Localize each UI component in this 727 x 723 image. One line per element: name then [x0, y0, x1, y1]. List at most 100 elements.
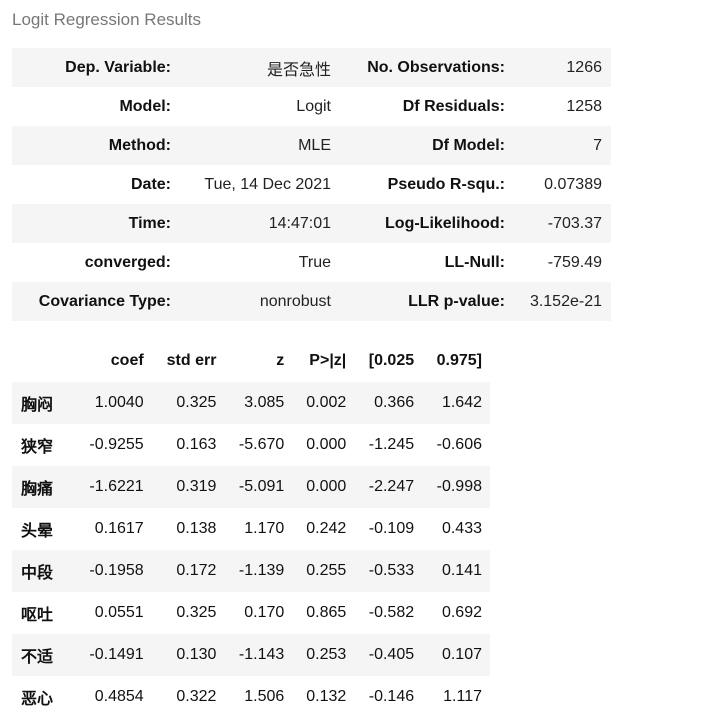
summary-value: nonrobust: [259, 292, 331, 310]
variable-name: 恶心: [21, 691, 54, 708]
table-cell: 0.172: [176, 562, 217, 579]
variable-name: 不适: [21, 649, 54, 666]
summary-label: Method:: [108, 136, 171, 154]
table-cell: 0.242: [306, 520, 347, 537]
summary-value: -759.49: [547, 253, 602, 271]
summary-label: Dep. Variable:: [65, 58, 171, 76]
table-row: 胸痛 -1.6221 0.319 -5.091 0.000 -2.247 -0.…: [12, 466, 490, 508]
table-cell: -5.670: [238, 436, 285, 453]
table-cell: 0.325: [176, 394, 217, 411]
summary-value: Tue, 14 Dec 2021: [204, 175, 331, 193]
table-cell: 0.865: [306, 604, 347, 621]
table-cell: 3.085: [244, 394, 285, 411]
table-cell: -2.247: [368, 478, 415, 495]
table-row: 不适 -0.1491 0.130 -1.143 0.253 -0.405 0.1…: [12, 634, 490, 676]
variable-name: 呕吐: [21, 607, 54, 624]
summary-label: LL-Null:: [444, 253, 505, 271]
table-row: Dep. Variable: 是否急性 No. Observations: 12…: [12, 48, 611, 87]
table-cell: 0.0551: [94, 604, 144, 621]
table-cell: -5.091: [238, 478, 285, 495]
variable-name: 中段: [21, 565, 54, 582]
table-cell: 0.433: [441, 520, 482, 537]
table-row: 恶心 0.4854 0.322 1.506 0.132 -0.146 1.117: [12, 676, 490, 718]
table-cell: 0.1617: [94, 520, 144, 537]
column-header: [0.025: [354, 340, 423, 382]
variable-name: 胸闷: [21, 397, 54, 414]
summary-label: Df Model:: [432, 136, 505, 154]
summary-value: 0.07389: [544, 175, 602, 193]
table-cell: -1.6221: [89, 478, 144, 495]
summary-label: Log-Likelihood:: [385, 214, 505, 232]
summary-value: Logit: [296, 97, 331, 115]
table-cell: 0.141: [441, 562, 482, 579]
table-row: Time: 14:47:01 Log-Likelihood: -703.37: [12, 204, 611, 243]
table-cell: 0.322: [176, 688, 217, 705]
table-row: Method: MLE Df Model: 7: [12, 126, 611, 165]
table-cell: 0.253: [306, 646, 347, 663]
table-cell: -1.139: [238, 562, 285, 579]
table-cell: -0.146: [368, 688, 415, 705]
summary-value: 7: [593, 136, 602, 154]
table-row: converged: True LL-Null: -759.49: [12, 243, 611, 282]
table-cell: 0.325: [176, 604, 217, 621]
summary-label: Pseudo R-squ.:: [387, 175, 505, 193]
table-cell: -1.245: [368, 436, 415, 453]
table-cell: 0.000: [306, 436, 347, 453]
summary-value: 1266: [566, 58, 602, 76]
summary-value: 1258: [566, 97, 602, 115]
summary-value: 14:47:01: [268, 214, 331, 232]
table-cell: -0.1958: [89, 562, 144, 579]
table-cell: 0.130: [176, 646, 217, 663]
table-cell: 0.366: [374, 394, 415, 411]
summary-value: MLE: [298, 136, 331, 154]
summary-label: Date:: [130, 175, 171, 193]
table-header-row: coef std err z P>|z| [0.025 0.975]: [12, 340, 490, 382]
summary-label: Df Residuals:: [402, 97, 505, 115]
column-header: coef: [74, 340, 152, 382]
table-cell: -0.998: [436, 478, 482, 495]
summary-label: Covariance Type:: [38, 292, 171, 310]
table-cell: 0.000: [306, 478, 347, 495]
table-row: 头晕 0.1617 0.138 1.170 0.242 -0.109 0.433: [12, 508, 490, 550]
summary-label: Model:: [119, 97, 171, 115]
table-cell: 0.4854: [94, 688, 144, 705]
coefficient-table: coef std err z P>|z| [0.025 0.975] 胸闷 1.…: [12, 340, 490, 718]
table-cell: 0.319: [176, 478, 217, 495]
table-cell: 1.0040: [94, 394, 144, 411]
table-cell: 1.117: [443, 688, 482, 705]
summary-label: converged:: [84, 253, 171, 271]
summary-value: 3.152e-21: [529, 292, 602, 310]
summary-label: Time:: [128, 214, 171, 232]
table-cell: 0.170: [244, 604, 285, 621]
variable-name: 狭窄: [21, 439, 54, 456]
variable-name: 头晕: [21, 523, 54, 540]
table-row: Date: Tue, 14 Dec 2021 Pseudo R-squ.: 0.…: [12, 165, 611, 204]
table-cell: 1.642: [441, 394, 482, 411]
table-cell: 1.506: [244, 688, 285, 705]
summary-label: LLR p-value:: [408, 292, 505, 310]
table-cell: 0.132: [306, 688, 347, 705]
column-header: P>|z|: [292, 340, 355, 382]
table-cell: 0.692: [441, 604, 482, 621]
column-header: 0.975]: [422, 340, 490, 382]
table-row: 胸闷 1.0040 0.325 3.085 0.002 0.366 1.642: [12, 382, 490, 424]
table-cell: 0.138: [176, 520, 217, 537]
table-cell: -0.1491: [89, 646, 144, 663]
column-header: std err: [151, 340, 225, 382]
table-cell: -0.405: [368, 646, 415, 663]
table-row: 呕吐 0.0551 0.325 0.170 0.865 -0.582 0.692: [12, 592, 490, 634]
table-row: 狭窄 -0.9255 0.163 -5.670 0.000 -1.245 -0.…: [12, 424, 490, 466]
table-cell: -0.9255: [89, 436, 144, 453]
table-cell: -0.582: [368, 604, 415, 621]
column-header: z: [224, 340, 293, 382]
summary-label: No. Observations:: [367, 58, 505, 76]
table-row: 中段 -0.1958 0.172 -1.139 0.255 -0.533 0.1…: [12, 550, 490, 592]
summary-value: 是否急性: [266, 61, 331, 79]
table-cell: -1.143: [238, 646, 285, 663]
model-summary-table: Dep. Variable: 是否急性 No. Observations: 12…: [12, 48, 611, 321]
summary-value: True: [298, 253, 331, 271]
table-cell: 1.170: [244, 520, 285, 537]
table-caption: Logit Regression Results: [12, 10, 201, 29]
table-row: Model: Logit Df Residuals: 1258: [12, 87, 611, 126]
table-cell: -0.606: [436, 436, 482, 453]
